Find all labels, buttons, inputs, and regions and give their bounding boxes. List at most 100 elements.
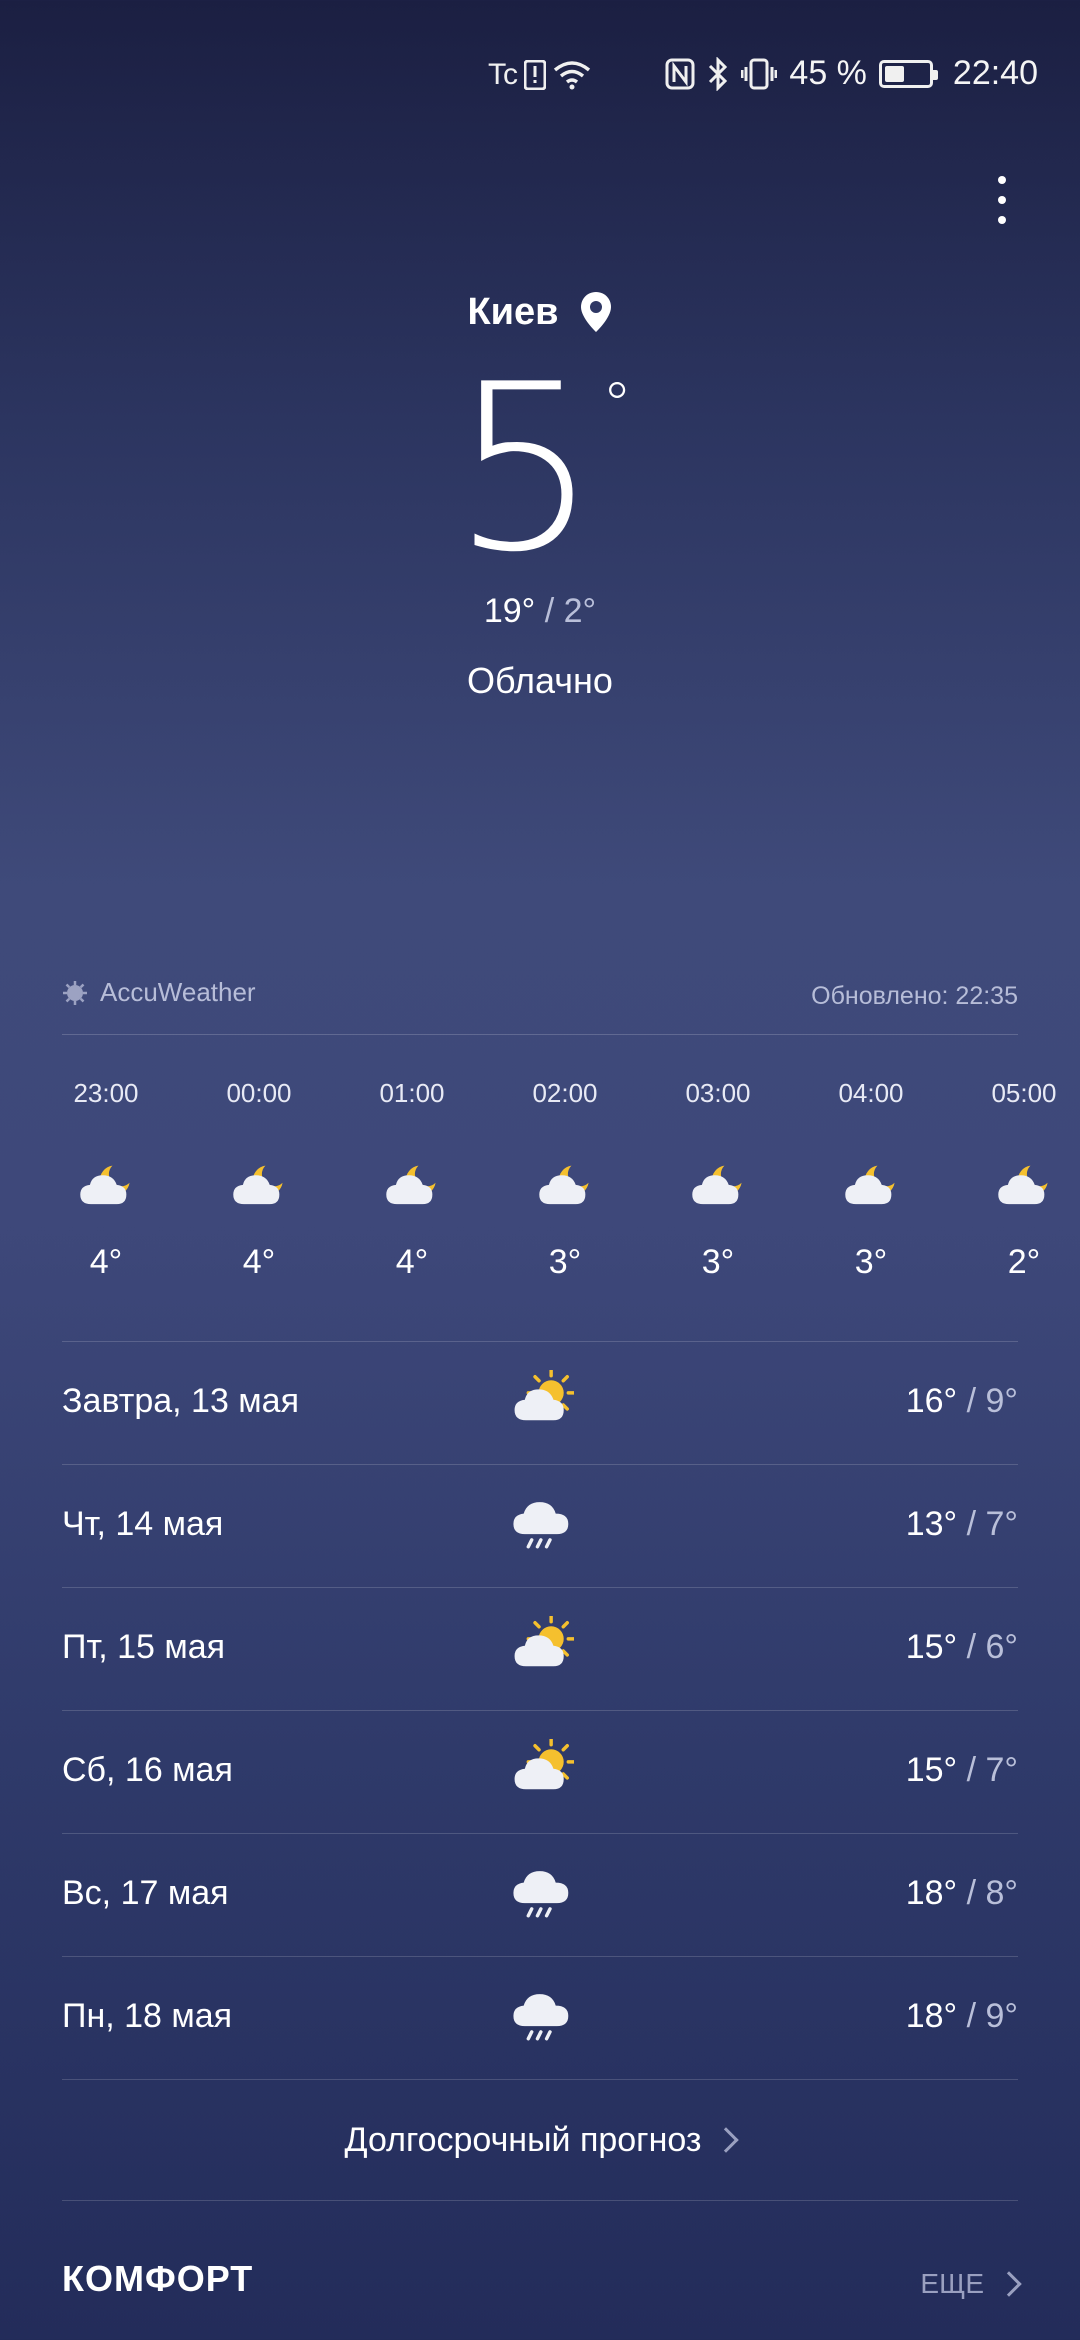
- hour-time: 05:00: [991, 1078, 1057, 1108]
- day-temps: 15° / 6°: [906, 1628, 1018, 1667]
- day-label: Сб, 16 мая: [62, 1751, 233, 1789]
- location-pin-icon: [580, 292, 611, 332]
- moon-cloud-icon: [535, 1157, 595, 1217]
- status-left-icons: Tc: [488, 58, 592, 92]
- long-term-forecast-link[interactable]: Долгосрочный прогноз: [62, 2079, 1018, 2201]
- wifi-icon: [553, 61, 591, 90]
- day-high: 18°: [905, 1874, 958, 1912]
- accuweather-logo-icon: [63, 980, 87, 1005]
- day-low: 6°: [985, 1628, 1018, 1666]
- updated-time: Обновлено: 22:35: [811, 982, 1018, 1010]
- day-temps: 18° / 8°: [906, 1874, 1018, 1913]
- chevron-right-icon: [996, 2271, 1022, 2297]
- source-provider[interactable]: AccuWeather: [62, 977, 256, 1008]
- day-low: 7°: [985, 1751, 1018, 1789]
- battery-level: [884, 65, 904, 82]
- hour-time: 04:00: [838, 1078, 904, 1108]
- daily-row[interactable]: Чт, 14 мая 13° / 7°: [62, 1464, 1018, 1587]
- clock: 22:40: [952, 54, 1038, 92]
- temp-separator: /: [957, 1997, 986, 2035]
- moon-cloud-icon: [841, 1157, 901, 1217]
- hour-temp: 3°: [701, 1243, 735, 1281]
- day-temps: 15° / 7°: [906, 1751, 1018, 1790]
- hourly-item: 02:00 3°: [500, 1078, 630, 1282]
- day-label: Завтра, 13 мая: [62, 1382, 300, 1420]
- day-temps: 13° / 7°: [906, 1505, 1018, 1544]
- low-temp: 2°: [563, 592, 597, 630]
- sun-cloud-icon: [510, 1614, 576, 1680]
- day-high: 16°: [905, 1382, 958, 1420]
- daily-row[interactable]: Пн, 18 мая 18° / 9°: [62, 1956, 1018, 2079]
- daily-row[interactable]: Пт, 15 мая 15° / 6°: [62, 1587, 1018, 1710]
- weather-condition: Облачно: [467, 660, 613, 701]
- hourly-item: 04:00 3°: [806, 1078, 936, 1282]
- provider-name: AccuWeather: [100, 977, 256, 1007]
- hour-temp: 4°: [395, 1243, 429, 1281]
- degree-symbol: °: [602, 370, 632, 440]
- battery-icon: [878, 59, 938, 88]
- status-right-icons: 45 % 22:40: [665, 54, 1038, 93]
- rain-cloud-icon: [510, 1493, 574, 1557]
- temp-separator: /: [957, 1382, 986, 1420]
- moon-cloud-icon: [688, 1157, 748, 1217]
- day-high: 15°: [905, 1751, 958, 1789]
- hourly-forecast[interactable]: 23:00 4° 00:00 4° 01:00 4° 02:00 3° 03:00 3°…: [0, 1078, 1080, 1308]
- day-label: Пн, 18 мая: [62, 1997, 233, 2035]
- daily-row[interactable]: Сб, 16 мая 15° / 7°: [62, 1710, 1018, 1833]
- daily-row[interactable]: Вс, 17 мая 18° / 8°: [62, 1833, 1018, 1956]
- temp-separator: /: [957, 1751, 986, 1789]
- hour-temp: 3°: [854, 1243, 888, 1281]
- hourly-item: 05:00 2°: [959, 1078, 1080, 1282]
- day-temps: 16° / 9°: [906, 1382, 1018, 1421]
- city-name: Киев: [467, 290, 559, 333]
- temp-separator: /: [957, 1874, 986, 1912]
- hour-time: 03:00: [685, 1078, 751, 1108]
- location-row[interactable]: Киев: [0, 290, 1080, 334]
- hour-temp: 4°: [89, 1243, 123, 1281]
- nfc-icon: [665, 58, 695, 89]
- chevron-right-icon: [713, 2127, 740, 2153]
- day-low: 8°: [985, 1874, 1018, 1912]
- hour-time: 01:00: [379, 1078, 445, 1108]
- more-options-icon[interactable]: [980, 170, 1024, 230]
- hourly-item: 23:00 4°: [41, 1078, 171, 1282]
- daily-row[interactable]: Завтра, 13 мая 16° / 9°: [62, 1341, 1018, 1464]
- sun-cloud-icon: [510, 1368, 576, 1434]
- high-low-temperature: 19° / 2°: [0, 592, 1080, 631]
- moon-cloud-icon: [76, 1157, 136, 1217]
- bluetooth-icon: [709, 56, 728, 91]
- rain-cloud-icon: [510, 1862, 574, 1926]
- day-label: Вс, 17 мая: [62, 1874, 229, 1912]
- day-high: 13°: [905, 1505, 958, 1543]
- sun-cloud-icon: [510, 1737, 576, 1803]
- long-term-forecast-label: Долгосрочный прогноз: [344, 2120, 702, 2159]
- rain-cloud-icon: [510, 1985, 574, 2049]
- status-bar: Tc 45 % 22:40: [0, 0, 1080, 160]
- day-temps: 18° / 9°: [906, 1997, 1018, 2036]
- hour-time: 00:00: [226, 1078, 292, 1108]
- carrier-icon: Tc: [488, 58, 518, 91]
- hour-time: 02:00: [532, 1078, 598, 1108]
- temp-separator: /: [957, 1628, 986, 1666]
- vibrate-icon: [741, 58, 778, 89]
- daily-forecast: Завтра, 13 мая 16° / 9° Чт, 14 мая 13° / …: [62, 1341, 1018, 2079]
- hour-time: 23:00: [73, 1078, 139, 1108]
- alert-icon: [524, 60, 546, 90]
- moon-cloud-icon: [229, 1157, 289, 1217]
- day-low: 9°: [985, 1382, 1018, 1420]
- temp-separator: /: [957, 1505, 986, 1543]
- moon-cloud-icon: [994, 1157, 1054, 1217]
- hour-temp: 3°: [548, 1243, 582, 1281]
- day-label: Пт, 15 мая: [62, 1628, 226, 1666]
- more-label: ЕЩЕ: [920, 2268, 984, 2299]
- hourly-item: 03:00 3°: [653, 1078, 783, 1282]
- day-high: 15°: [905, 1628, 958, 1666]
- high-temp: 19°: [483, 592, 536, 630]
- hour-temp: 2°: [1007, 1243, 1041, 1281]
- comfort-section-title: КОМФОРТ: [62, 2258, 254, 2299]
- divider: [62, 1034, 1018, 1035]
- day-low: 7°: [985, 1505, 1018, 1543]
- comfort-more-button[interactable]: ЕЩЕ: [920, 2268, 1022, 2300]
- day-low: 9°: [985, 1997, 1018, 2035]
- temp-separator: /: [535, 592, 564, 630]
